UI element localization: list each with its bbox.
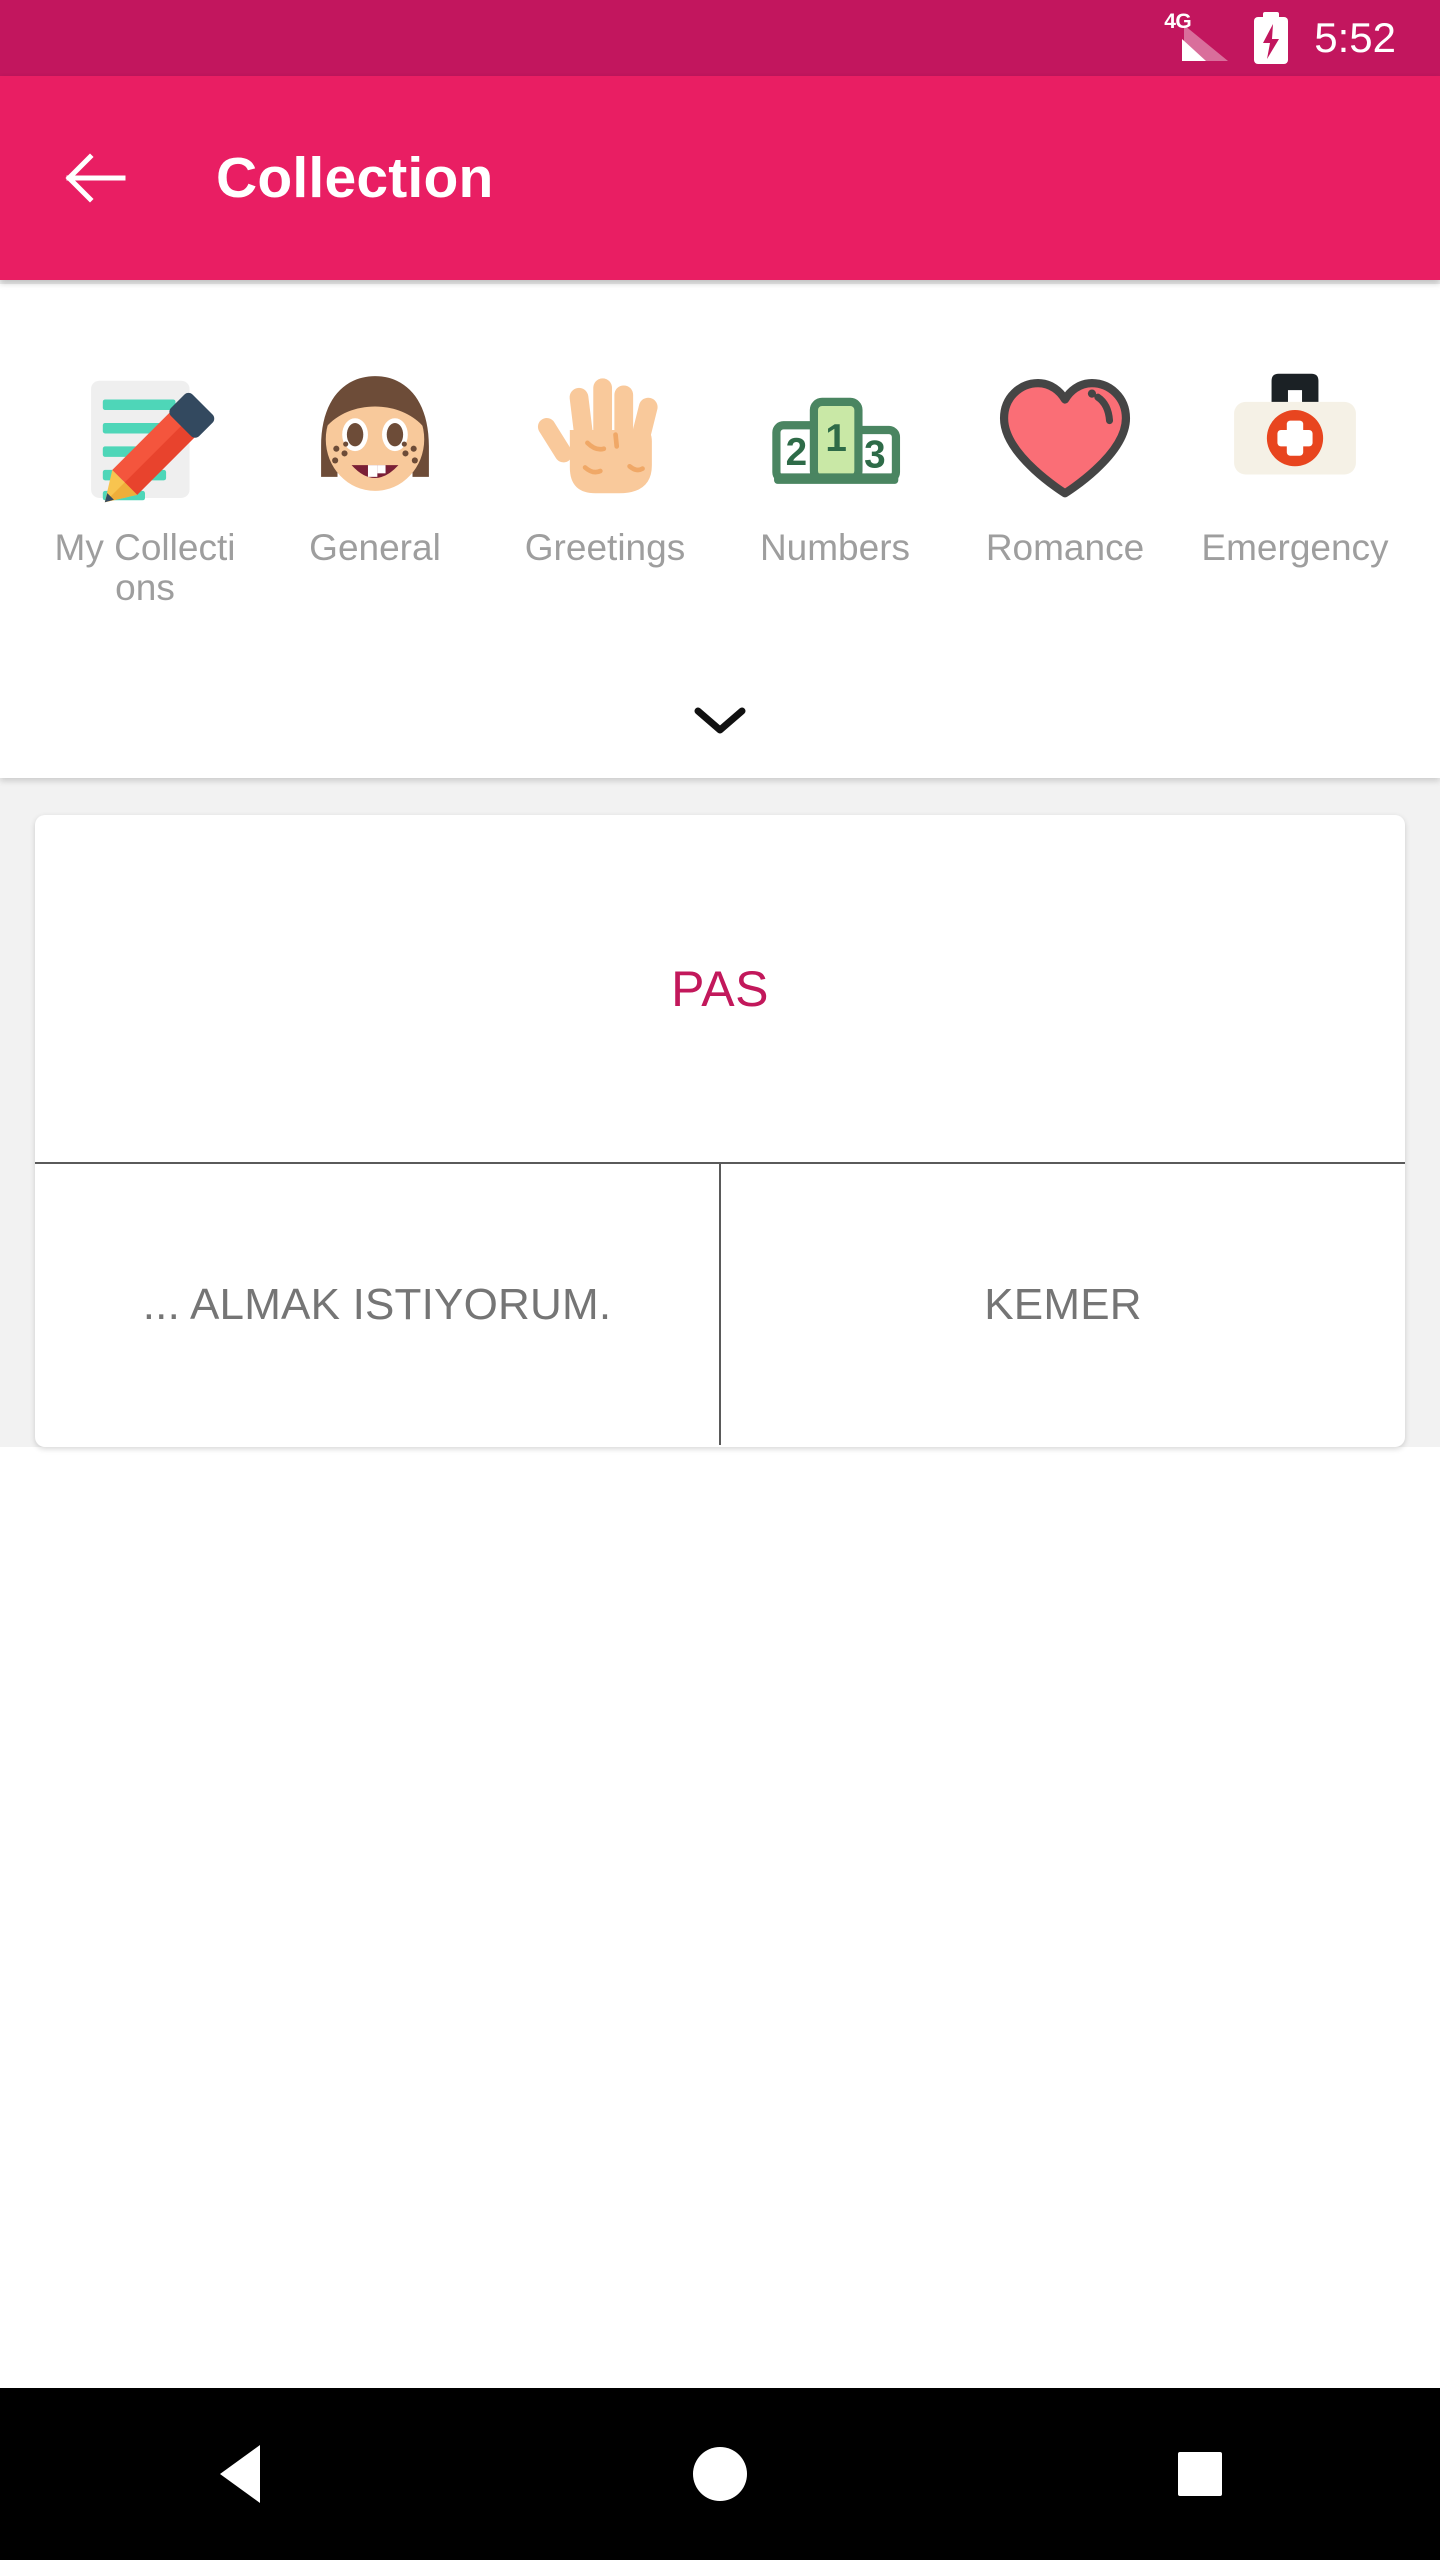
chevron-down-icon (694, 707, 746, 734)
nav-home-button[interactable] (620, 2388, 820, 2560)
status-bar-clock: 5:52 (1314, 14, 1396, 61)
category-panel: My Collections General Greetings 2 1 3 N… (0, 284, 1440, 778)
category-item-romance[interactable]: Romance (950, 352, 1180, 568)
expand-categories-button[interactable] (0, 690, 1440, 750)
phrase-option-label: KEMER (984, 1279, 1142, 1329)
category-label: Romance (985, 527, 1145, 568)
memo-pencil-icon (60, 352, 230, 522)
svg-text:3: 3 (864, 433, 886, 476)
phrase-headline-area[interactable]: PAS (35, 815, 1405, 1164)
nav-recents-square-icon (1178, 2452, 1222, 2496)
heart-icon (980, 352, 1150, 522)
category-item-my-collections[interactable]: My Collections (30, 352, 260, 608)
android-navigation-bar (0, 2388, 1440, 2560)
phrase-options-row: ... ALMAK ISTIYORUM. KEMER (35, 1164, 1405, 1445)
phrase-headline: PAS (671, 960, 769, 1017)
category-item-numbers[interactable]: 2 1 3 Numbers (720, 352, 950, 568)
category-label: General (309, 527, 441, 568)
first-aid-kit-icon (1210, 352, 1380, 522)
category-label: Numbers (759, 527, 911, 568)
status-bar: 4G 5:52 (0, 0, 1440, 76)
category-label: Emergency (1201, 527, 1389, 568)
phrase-option-label: ... ALMAK ISTIYORUM. (142, 1279, 612, 1329)
phrase-option-left[interactable]: ... ALMAK ISTIYORUM. (35, 1164, 719, 1445)
app-bar: Collection (0, 76, 1440, 280)
phrase-option-right[interactable]: KEMER (721, 1164, 1405, 1445)
nav-recents-button[interactable] (1100, 2388, 1300, 2560)
page-background-lower (0, 1447, 1440, 2388)
nav-back-button[interactable] (140, 2388, 340, 2560)
arrow-left-icon (65, 153, 126, 203)
nav-back-triangle-icon (220, 2445, 260, 2503)
category-label: My Collections (54, 527, 236, 608)
category-label: Greetings (524, 527, 686, 568)
category-row: My Collections General Greetings 2 1 3 N… (0, 284, 1440, 608)
battery-charging-icon (1254, 12, 1289, 64)
svg-text:1: 1 (825, 417, 847, 460)
page-title: Collection (216, 146, 494, 210)
category-item-emergency[interactable]: Emergency (1180, 352, 1410, 568)
signal-bars-filled (1182, 39, 1207, 61)
phone-screen: 4G 5:52 Collection My Collections Genera… (0, 0, 1440, 2560)
status-bar-icons: 4G 5:52 (1164, 11, 1396, 64)
phrase-card: PAS ... ALMAK ISTIYORUM. KEMER (35, 815, 1405, 1447)
back-button[interactable] (64, 146, 128, 210)
podium-ranking-icon: 2 1 3 (750, 352, 920, 522)
svg-text:2: 2 (786, 431, 808, 474)
raised-hand-icon (520, 352, 690, 522)
nav-home-circle-icon (693, 2447, 747, 2501)
battery-bolt (1263, 24, 1280, 59)
signal-4g-icon: 4G (1164, 11, 1229, 63)
category-item-greetings[interactable]: Greetings (490, 352, 720, 568)
category-item-general[interactable]: General (260, 352, 490, 568)
girl-face-icon (290, 352, 460, 522)
